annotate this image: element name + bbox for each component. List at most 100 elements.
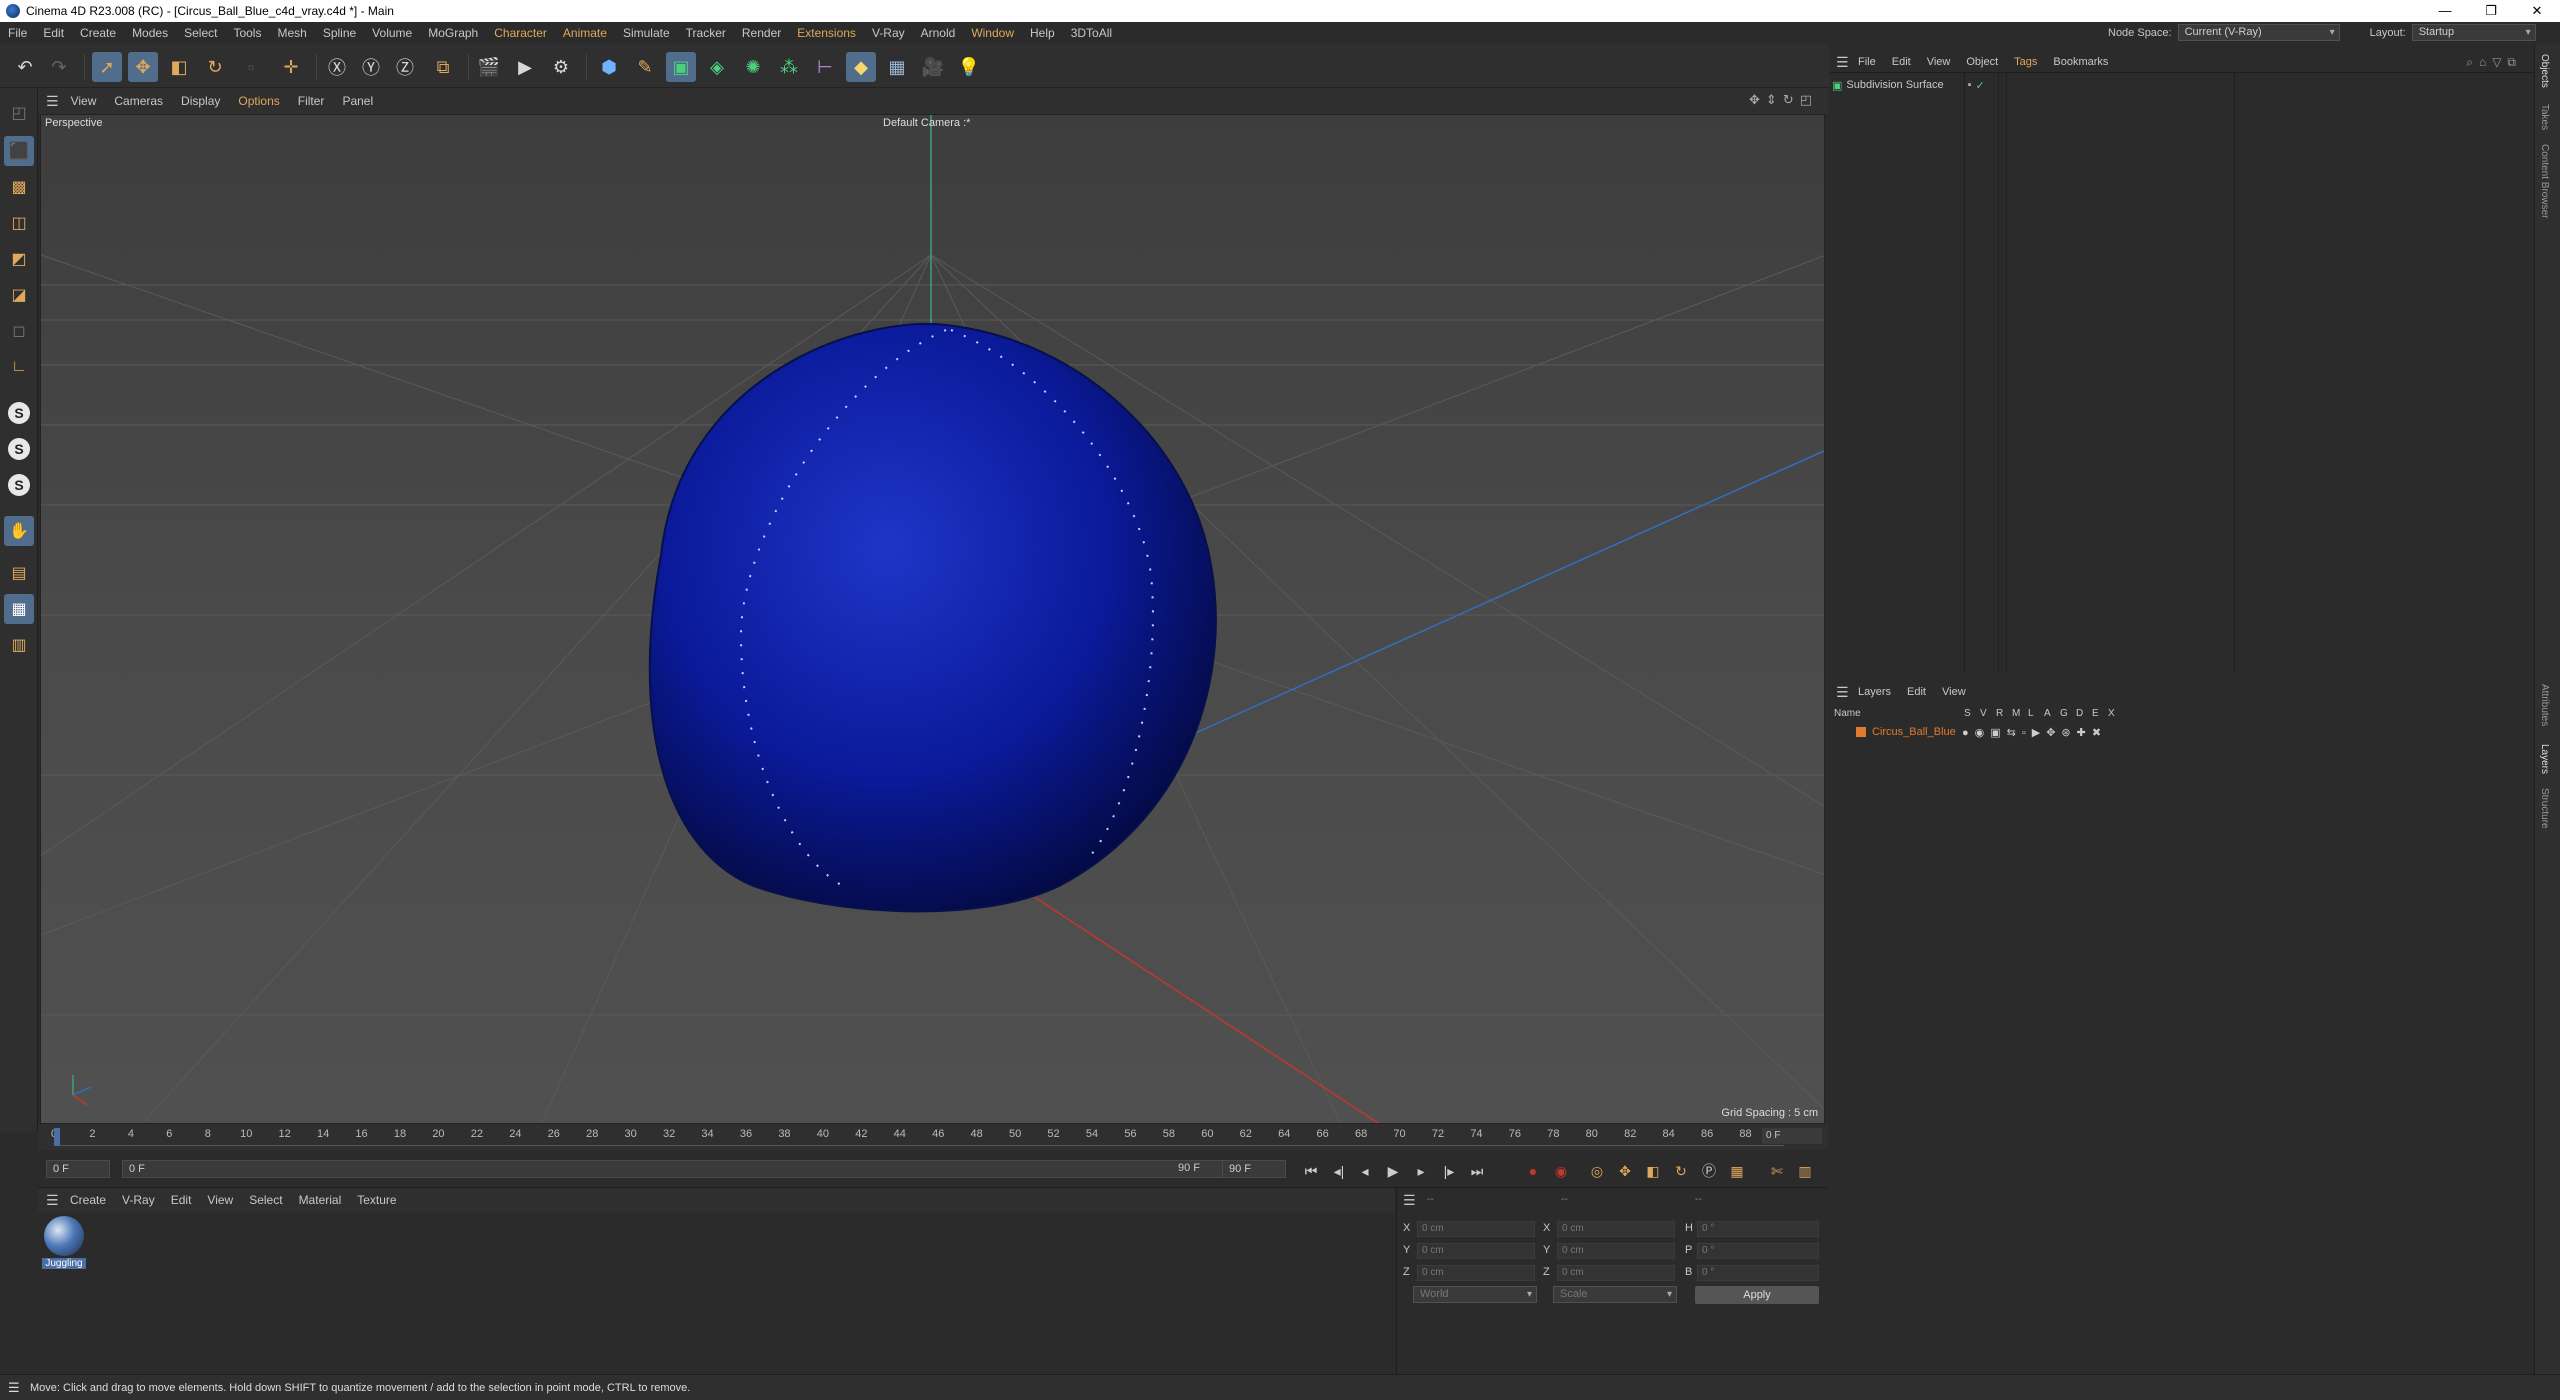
render-view-icon[interactable]: ▶	[510, 52, 540, 82]
key-position-icon[interactable]: ✥	[1614, 1160, 1636, 1182]
field-icon[interactable]: ◆	[846, 52, 876, 82]
tab-structure[interactable]: Structure	[2539, 788, 2550, 829]
viewport-menu-filter[interactable]: Filter	[298, 94, 325, 108]
add-tool-icon[interactable]: ✛	[276, 52, 306, 82]
snap-icon[interactable]: S	[4, 398, 34, 428]
texture-mode-icon[interactable]: ▩	[4, 172, 34, 202]
subdivision-icon[interactable]: ▣	[666, 52, 696, 82]
keyframe-selection-icon[interactable]: ◎	[1586, 1160, 1608, 1182]
size-z-field[interactable]: 0 cm	[1557, 1265, 1675, 1281]
select-tool-icon[interactable]: ➚	[92, 52, 122, 82]
layer-flag-icons[interactable]: ●◉▣⇆▫▶✥⊛✚✖	[1962, 726, 2107, 739]
floor-icon[interactable]: ▦	[882, 52, 912, 82]
playhead[interactable]	[54, 1128, 60, 1146]
rotate-tool-icon[interactable]: ↻	[200, 52, 230, 82]
timeline-ruler[interactable]: 0246810121416182022242628303234363840424…	[51, 1128, 1790, 1146]
polygon-mode-icon[interactable]: ◪	[4, 280, 34, 310]
next-key-icon[interactable]: |▸	[1438, 1160, 1460, 1182]
tab-layers[interactable]: Layers	[2539, 744, 2550, 774]
tab-takes[interactable]: Takes	[2539, 104, 2550, 130]
rot-p-field[interactable]: 0 °	[1697, 1243, 1819, 1259]
layer-menu-layers[interactable]: Layers	[1858, 686, 1891, 698]
axis-mode-icon[interactable]: ∟	[4, 352, 34, 382]
menu-spline[interactable]: Spline	[323, 26, 356, 40]
mograph-icon[interactable]: ✺	[738, 52, 768, 82]
viewport-menu-options[interactable]: Options	[238, 94, 279, 108]
apply-button[interactable]: Apply	[1695, 1286, 1819, 1304]
menu-mesh[interactable]: Mesh	[277, 26, 306, 40]
point-mode-icon[interactable]: ◫	[4, 208, 34, 238]
menu-file[interactable]: File	[8, 26, 27, 40]
coord-space-dropdown[interactable]: World	[1413, 1286, 1537, 1303]
current-frame-field[interactable]: 0 F	[1762, 1128, 1822, 1144]
x-axis-icon[interactable]: Ⓧ	[322, 52, 352, 82]
mat-menu-create[interactable]: Create	[70, 1193, 106, 1207]
menu-select[interactable]: Select	[184, 26, 217, 40]
tab-objects[interactable]: Objects	[2539, 54, 2550, 88]
size-x-field[interactable]: 0 cm	[1557, 1221, 1675, 1237]
end-frame-field[interactable]: 90 F	[1222, 1160, 1286, 1178]
camera-icon[interactable]: 🎥	[918, 52, 948, 82]
grid-floor-icon[interactable]: ▤	[4, 558, 34, 588]
next-frame-icon[interactable]: ▸	[1410, 1160, 1432, 1182]
menu-character[interactable]: Character	[494, 26, 547, 40]
menu-3dtoall[interactable]: 3DToAll	[1071, 26, 1112, 40]
workplane-snap-icon[interactable]: S	[4, 470, 34, 500]
minimize-button[interactable]: —	[2422, 0, 2468, 22]
mat-menu-texture[interactable]: Texture	[357, 1193, 396, 1207]
edge-mode-icon[interactable]: ◩	[4, 244, 34, 274]
last-tool-icon[interactable]: ▫	[236, 52, 266, 82]
menu-extensions[interactable]: Extensions	[797, 26, 856, 40]
obj-menu-edit[interactable]: Edit	[1892, 56, 1911, 68]
node-space-dropdown[interactable]: Current (V-Ray)	[2177, 24, 2340, 41]
start-frame-field[interactable]: 0 F	[46, 1160, 110, 1178]
mat-menu-vray[interactable]: V-Ray	[122, 1193, 155, 1207]
object-hamburger-icon[interactable]: ☰	[1836, 54, 1849, 71]
render-settings-icon[interactable]: ⚙	[546, 52, 576, 82]
rot-b-field[interactable]: 0 °	[1697, 1265, 1819, 1281]
mat-menu-material[interactable]: Material	[299, 1193, 342, 1207]
menu-volume[interactable]: Volume	[372, 26, 412, 40]
key-rotation-icon[interactable]: ↻	[1670, 1160, 1692, 1182]
autokey-icon[interactable]: ◉	[1550, 1160, 1572, 1182]
goto-start-icon[interactable]: ⏮	[1300, 1160, 1322, 1182]
object-visibility-icon[interactable]: ▪	[1968, 79, 1972, 91]
menu-render[interactable]: Render	[742, 26, 781, 40]
generator-icon[interactable]: ◈	[702, 52, 732, 82]
cube-icon[interactable]: ⬢	[594, 52, 624, 82]
obj-menu-object[interactable]: Object	[1966, 56, 1998, 68]
menu-modes[interactable]: Modes	[132, 26, 168, 40]
goto-end-icon[interactable]: ⏭	[1466, 1160, 1488, 1182]
obj-menu-tags[interactable]: Tags	[2014, 56, 2037, 68]
timeline-window-icon[interactable]: ✄	[1766, 1160, 1788, 1182]
coords-hamburger-icon[interactable]: ☰	[1403, 1192, 1416, 1209]
viewport-menu-display[interactable]: Display	[181, 94, 220, 108]
obj-menu-bookmarks[interactable]: Bookmarks	[2053, 56, 2108, 68]
render-region-icon[interactable]: 🎬	[474, 52, 504, 82]
viewport-hamburger-icon[interactable]: ☰	[46, 93, 59, 110]
viewport-menu-view[interactable]: View	[71, 94, 97, 108]
layer-menu-view[interactable]: View	[1942, 686, 1966, 698]
material-swatch[interactable]: Juggling	[42, 1216, 86, 1269]
menu-arnold[interactable]: Arnold	[921, 26, 956, 40]
locked-workplane-icon[interactable]: ▥	[4, 630, 34, 660]
menu-edit[interactable]: Edit	[43, 26, 64, 40]
object-row-subdivision[interactable]: ▣ Subdivision Surface ▪ ✓	[1832, 77, 1985, 93]
menu-tools[interactable]: Tools	[233, 26, 261, 40]
preview-range-slider[interactable]: 0 F	[122, 1160, 1242, 1178]
pos-x-field[interactable]: 0 cm	[1417, 1221, 1535, 1237]
layout-dropdown[interactable]: Startup	[2411, 24, 2536, 41]
y-axis-icon[interactable]: Ⓨ	[356, 52, 386, 82]
restore-button[interactable]: ❐	[2468, 0, 2514, 22]
key-param-icon[interactable]: Ⓟ	[1698, 1160, 1720, 1182]
sculpt-icon[interactable]: ✋	[4, 516, 34, 546]
rot-h-field[interactable]: 0 °	[1697, 1221, 1819, 1237]
layer-hamburger-icon[interactable]: ☰	[1836, 684, 1849, 701]
make-editable-icon[interactable]: ◰	[4, 98, 34, 128]
3d-viewport[interactable]: Perspective Default Camera :* Grid Spaci…	[40, 114, 1825, 1124]
cloner-icon[interactable]: ⁂	[774, 52, 804, 82]
coordinate-system-icon[interactable]: ⧉	[428, 52, 458, 82]
layer-color-swatch[interactable]	[1856, 727, 1866, 737]
light-icon[interactable]: 💡	[954, 52, 984, 82]
coord-mode-dropdown[interactable]: Scale	[1553, 1286, 1677, 1303]
